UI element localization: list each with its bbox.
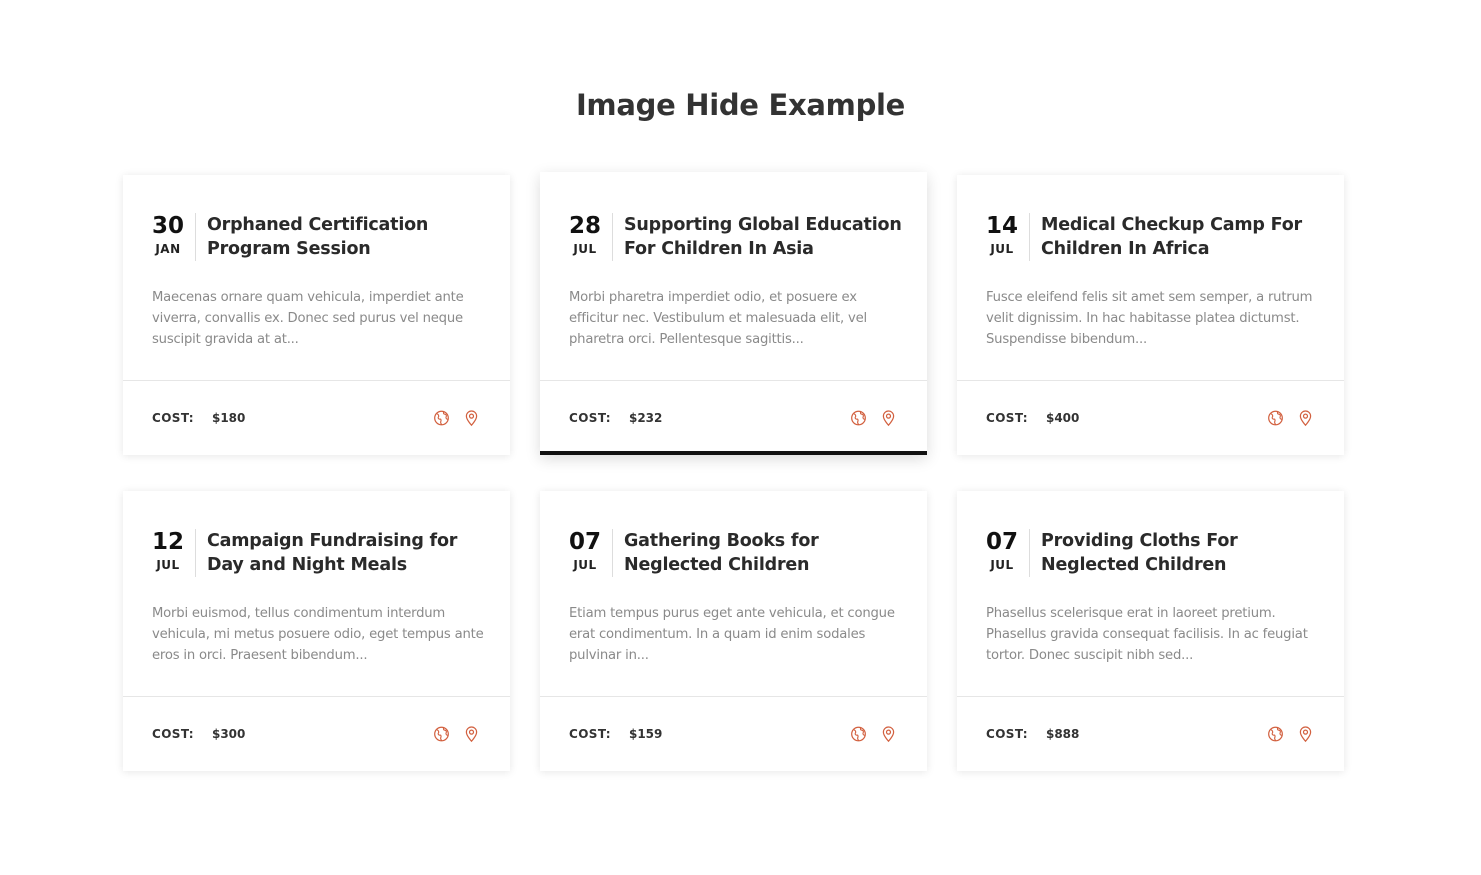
date-day: 07: [569, 529, 602, 555]
cost-value: $300: [211, 727, 246, 741]
date-day: 28: [569, 213, 602, 239]
card-divider: [540, 696, 927, 697]
card-title[interactable]: Orphaned Certification Program Session: [207, 213, 490, 261]
card-icons: [433, 409, 480, 427]
card-divider: [540, 380, 927, 381]
card-divider: [957, 380, 1344, 381]
card-footer: COST: $159: [569, 723, 897, 745]
card-footer: COST: $232: [569, 407, 897, 429]
card-title[interactable]: Supporting Global Education For Children…: [624, 213, 907, 261]
date-block: 12 JUL: [152, 529, 196, 577]
cost-label: COST:: [569, 727, 611, 741]
card-footer: COST: $180: [152, 407, 480, 429]
map-pin-icon[interactable]: [880, 725, 897, 743]
cause-card-grid: 30 JAN Orphaned Certification Program Se…: [123, 172, 1344, 771]
card-footer: COST: $300: [152, 723, 480, 745]
cost-value: $888: [1045, 727, 1080, 741]
cost-label: COST:: [152, 411, 194, 425]
card-description: Phasellus scelerisque erat in laoreet pr…: [986, 606, 1308, 663]
date-block: 30 JAN: [152, 213, 196, 261]
cost-value: $400: [1045, 411, 1080, 425]
page-title: Image Hide Example: [575, 88, 906, 122]
map-pin-icon[interactable]: [880, 409, 897, 427]
date-day: 30: [152, 213, 185, 239]
card-footer: COST: $888: [986, 723, 1314, 745]
card-icons: [433, 725, 480, 743]
card-divider: [123, 696, 510, 697]
date-day: 14: [986, 213, 1019, 239]
card-divider: [123, 380, 510, 381]
globe-icon[interactable]: [850, 725, 867, 743]
cause-card[interactable]: 12 JUL Campaign Fundraising for Day and …: [123, 491, 510, 771]
date-month: JUL: [990, 558, 1014, 572]
card-title[interactable]: Campaign Fundraising for Day and Night M…: [207, 529, 490, 577]
card-header: 30 JAN Orphaned Certification Program Se…: [152, 213, 490, 261]
cost-label: COST:: [152, 727, 194, 741]
card-header: 12 JUL Campaign Fundraising for Day and …: [152, 529, 490, 577]
card-title[interactable]: Gathering Books for Neglected Children: [624, 529, 907, 577]
cause-card[interactable]: 14 JUL Medical Checkup Camp For Children…: [957, 175, 1344, 455]
card-description: Maecenas ornare quam vehicula, imperdiet…: [152, 290, 464, 347]
card-icons: [1267, 409, 1314, 427]
card-header: 28 JUL Supporting Global Education For C…: [569, 213, 907, 261]
date-day: 07: [986, 529, 1019, 555]
date-month: JUL: [573, 242, 597, 256]
date-block: 14 JUL: [986, 213, 1030, 261]
map-pin-icon[interactable]: [463, 409, 480, 427]
map-pin-icon[interactable]: [1297, 409, 1314, 427]
cost-label: COST:: [986, 727, 1028, 741]
globe-icon[interactable]: [850, 409, 867, 427]
card-description: Morbi euismod, tellus condimentum interd…: [152, 606, 484, 663]
date-month: JAN: [155, 242, 181, 256]
globe-icon[interactable]: [1267, 725, 1284, 743]
card-icons: [850, 409, 897, 427]
card-description: Fusce eleifend felis sit amet sem semper…: [986, 290, 1313, 347]
cost-value: $232: [628, 411, 663, 425]
card-title[interactable]: Providing Cloths For Neglected Children: [1041, 529, 1324, 577]
map-pin-icon[interactable]: [1297, 725, 1314, 743]
date-day: 12: [152, 529, 185, 555]
card-header: 14 JUL Medical Checkup Camp For Children…: [986, 213, 1324, 261]
date-block: 07 JUL: [569, 529, 613, 577]
cost-value: $159: [628, 727, 663, 741]
cause-card[interactable]: 07 JUL Providing Cloths For Neglected Ch…: [957, 491, 1344, 771]
card-description: Etiam tempus purus eget ante vehicula, e…: [569, 606, 895, 663]
card-icons: [1267, 725, 1314, 743]
globe-icon[interactable]: [433, 725, 450, 743]
map-pin-icon[interactable]: [463, 725, 480, 743]
cost-value: $180: [211, 411, 246, 425]
card-title[interactable]: Medical Checkup Camp For Children In Afr…: [1041, 213, 1324, 261]
date-month: JUL: [990, 242, 1014, 256]
date-month: JUL: [573, 558, 597, 572]
cause-card[interactable]: 07 JUL Gathering Books for Neglected Chi…: [540, 491, 927, 771]
cost-label: COST:: [569, 411, 611, 425]
card-description: Morbi pharetra imperdiet odio, et posuer…: [569, 290, 867, 347]
globe-icon[interactable]: [1267, 409, 1284, 427]
globe-icon[interactable]: [433, 409, 450, 427]
date-month: JUL: [156, 558, 180, 572]
date-block: 07 JUL: [986, 529, 1030, 577]
card-divider: [957, 696, 1344, 697]
cause-card-active[interactable]: 28 JUL Supporting Global Education For C…: [540, 172, 927, 455]
cost-label: COST:: [986, 411, 1028, 425]
card-icons: [850, 725, 897, 743]
card-header: 07 JUL Providing Cloths For Neglected Ch…: [986, 529, 1324, 577]
card-header: 07 JUL Gathering Books for Neglected Chi…: [569, 529, 907, 577]
date-block: 28 JUL: [569, 213, 613, 261]
card-footer: COST: $400: [986, 407, 1314, 429]
cause-card[interactable]: 30 JAN Orphaned Certification Program Se…: [123, 175, 510, 455]
